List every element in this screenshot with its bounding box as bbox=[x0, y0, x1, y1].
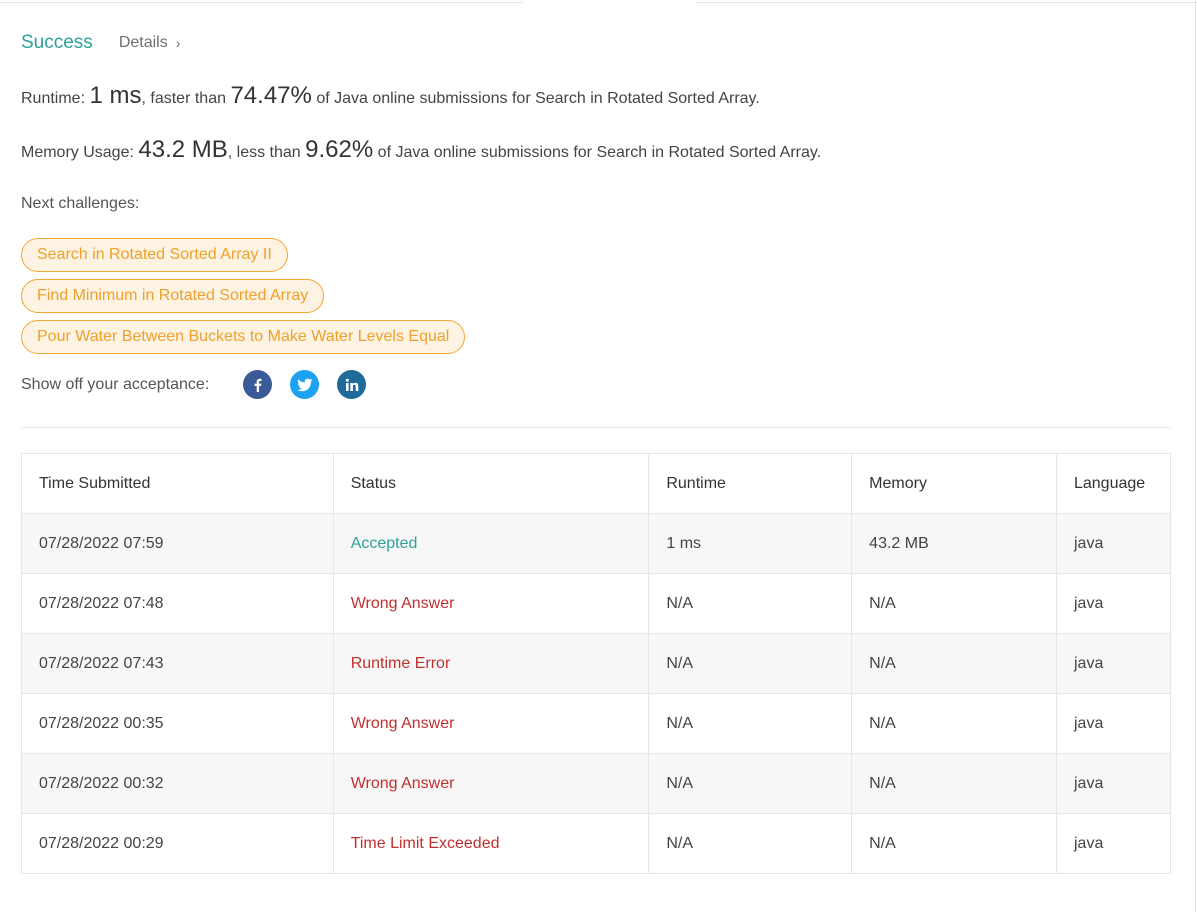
memory-cell: N/A bbox=[851, 633, 1057, 694]
runtime-cell: N/A bbox=[648, 633, 853, 694]
language-cell: java bbox=[1055, 513, 1172, 574]
runtime-cell: N/A bbox=[648, 813, 853, 874]
time-submitted-cell: 07/28/2022 00:35 bbox=[21, 693, 334, 754]
status-cell: Accepted bbox=[332, 513, 650, 574]
column-header: Time Submitted bbox=[21, 453, 334, 514]
table-row: 07/28/2022 00:29 Time Limit Exceeded N/A… bbox=[21, 813, 1172, 874]
result-header: Success Details › bbox=[21, 32, 180, 54]
memory-suffix: of Java online submissions for Search in… bbox=[377, 144, 822, 161]
memory-comparison-text: , less than bbox=[227, 144, 301, 161]
runtime-cell: N/A bbox=[648, 573, 853, 634]
runtime-label: Runtime: bbox=[21, 90, 86, 107]
table-row: 07/28/2022 07:43 Runtime Error N/A N/A j… bbox=[21, 633, 1172, 694]
challenge-chip[interactable]: Search in Rotated Sorted Array II bbox=[21, 238, 288, 272]
status-link[interactable]: Accepted bbox=[351, 535, 418, 552]
challenge-chip[interactable]: Find Minimum in Rotated Sorted Array bbox=[21, 279, 325, 313]
status-link[interactable]: Wrong Answer bbox=[351, 775, 455, 792]
runtime-cell: N/A bbox=[648, 753, 853, 814]
table-row: 07/28/2022 00:32 Wrong Answer N/A N/A ja… bbox=[21, 753, 1172, 814]
runtime-suffix: of Java online submissions for Search in… bbox=[316, 90, 760, 107]
share-label: Show off your acceptance: bbox=[21, 375, 210, 393]
time-submitted-cell: 07/28/2022 00:29 bbox=[21, 813, 334, 874]
tab-bar-border bbox=[0, 0, 1197, 4]
active-tab-indicator bbox=[523, 0, 695, 4]
time-submitted-cell: 07/28/2022 00:32 bbox=[21, 753, 334, 814]
column-header: Runtime bbox=[648, 453, 853, 514]
table-header-row: Time Submitted Status Runtime Memory Lan… bbox=[21, 453, 1172, 514]
language-cell: java bbox=[1055, 753, 1172, 814]
runtime-comparison-text: , faster than bbox=[141, 90, 227, 107]
status-link[interactable]: Time Limit Exceeded bbox=[351, 835, 500, 852]
column-header: Language bbox=[1055, 453, 1172, 514]
status-link[interactable]: Wrong Answer bbox=[351, 715, 455, 732]
column-header: Memory bbox=[851, 453, 1057, 514]
time-submitted-cell: 07/28/2022 07:43 bbox=[21, 633, 334, 694]
language-cell: java bbox=[1055, 573, 1172, 634]
time-submitted-cell: 07/28/2022 07:48 bbox=[21, 573, 334, 634]
submissions-table: Time Submitted Status Runtime Memory Lan… bbox=[21, 453, 1172, 874]
status-cell: Runtime Error bbox=[332, 633, 650, 694]
result-status-title: Success bbox=[21, 32, 93, 53]
memory-cell: 43.2 MB bbox=[851, 513, 1057, 574]
memory-cell: N/A bbox=[851, 573, 1057, 634]
memory-cell: N/A bbox=[851, 693, 1057, 754]
memory-value: 43.2 MB bbox=[138, 136, 228, 163]
memory-label: Memory Usage: bbox=[21, 144, 134, 161]
time-submitted-cell: 07/28/2022 07:59 bbox=[21, 513, 334, 574]
language-cell: java bbox=[1055, 633, 1172, 694]
challenge-chip[interactable]: Pour Water Between Buckets to Make Water… bbox=[21, 320, 466, 354]
status-cell: Wrong Answer bbox=[332, 753, 650, 814]
next-challenges-label: Next challenges: bbox=[21, 195, 140, 212]
share-icons bbox=[243, 370, 384, 399]
language-cell: java bbox=[1055, 693, 1172, 754]
status-link[interactable]: Runtime Error bbox=[351, 655, 451, 672]
runtime-percent: 74.47% bbox=[230, 82, 312, 109]
section-divider bbox=[21, 427, 1171, 428]
status-cell: Time Limit Exceeded bbox=[332, 813, 650, 874]
table-row: 07/28/2022 07:59 Accepted 1 ms 43.2 MB j… bbox=[21, 513, 1172, 574]
runtime-cell: 1 ms bbox=[648, 513, 853, 574]
memory-cell: N/A bbox=[851, 813, 1057, 874]
details-link[interactable]: Details › bbox=[119, 34, 181, 52]
table-row: 07/28/2022 00:35 Wrong Answer N/A N/A ja… bbox=[21, 693, 1172, 754]
status-link[interactable]: Wrong Answer bbox=[351, 595, 455, 612]
chevron-right-icon: › bbox=[175, 35, 181, 51]
language-cell: java bbox=[1055, 813, 1172, 874]
facebook-icon[interactable] bbox=[243, 370, 273, 399]
runtime-value: 1 ms bbox=[89, 82, 142, 109]
memory-percent: 9.62% bbox=[305, 136, 374, 163]
memory-stat: Memory Usage: 43.2 MB, less than 9.62% o… bbox=[21, 136, 821, 164]
twitter-icon[interactable] bbox=[290, 370, 320, 399]
memory-cell: N/A bbox=[851, 753, 1057, 814]
table-row: 07/28/2022 07:48 Wrong Answer N/A N/A ja… bbox=[21, 573, 1172, 634]
status-cell: Wrong Answer bbox=[332, 573, 650, 634]
runtime-cell: N/A bbox=[648, 693, 853, 754]
linkedin-icon[interactable] bbox=[337, 370, 367, 399]
panel-right-border bbox=[1195, 0, 1196, 912]
status-cell: Wrong Answer bbox=[332, 693, 650, 754]
share-row: Show off your acceptance: bbox=[21, 370, 384, 399]
details-label: Details bbox=[118, 34, 168, 51]
column-header: Status bbox=[332, 453, 650, 514]
runtime-stat: Runtime: 1 ms, faster than 74.47% of Jav… bbox=[21, 82, 760, 110]
